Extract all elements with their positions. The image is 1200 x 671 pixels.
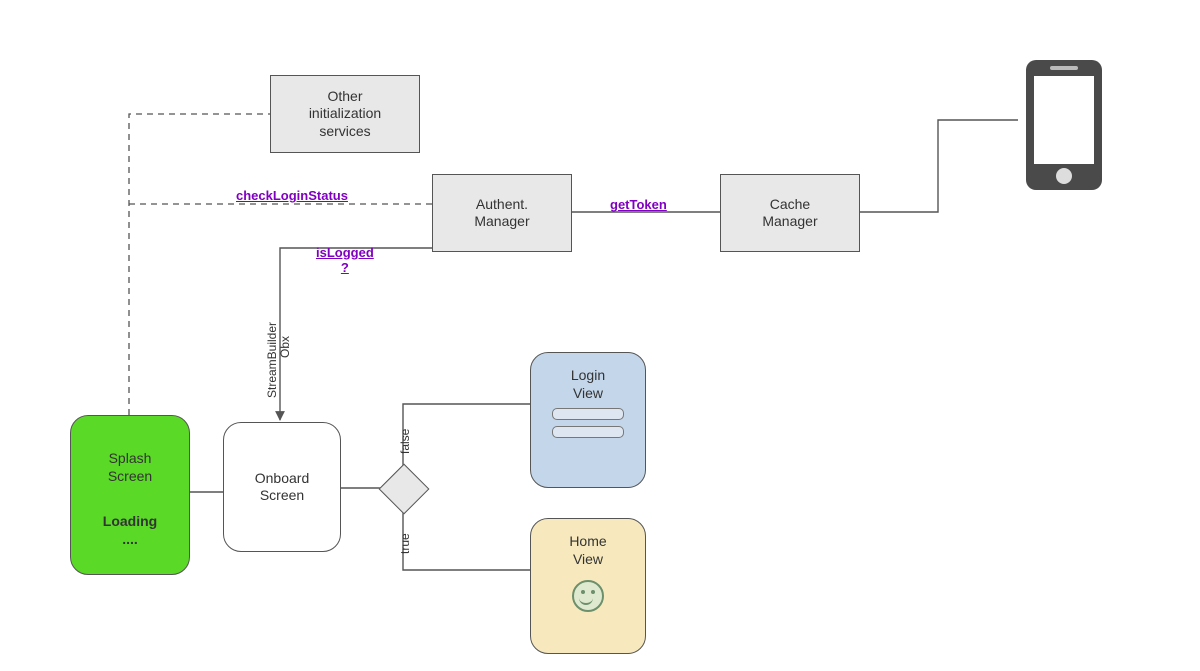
login-field-icon [552, 426, 624, 438]
splash-dots: .... [122, 531, 138, 549]
splash-title: Splash Screen [108, 450, 152, 485]
edge-label-streambuilder: StreamBuilder [265, 322, 279, 398]
login-field-icon [552, 408, 624, 420]
phone-icon [1018, 58, 1110, 195]
node-label: Onboard Screen [255, 470, 309, 505]
node-home-view: Home View [530, 518, 646, 654]
edge-label-obx: Obx [278, 336, 292, 358]
edge-label-true: true [398, 533, 412, 554]
decision-is-logged [379, 464, 430, 515]
splash-loading: Loading [103, 513, 157, 531]
node-cache-manager: Cache Manager [720, 174, 860, 252]
node-splash-screen: Splash Screen Loading .... [70, 415, 190, 575]
node-label: Other initialization services [309, 88, 381, 141]
node-label: Cache Manager [762, 196, 817, 231]
node-label: Home View [569, 533, 606, 568]
edge-label-get-token: getToken [610, 197, 667, 212]
node-label: Login View [571, 367, 605, 402]
node-onboard-screen: Onboard Screen [223, 422, 341, 552]
smiley-icon [572, 580, 604, 612]
edge-label-false: false [398, 429, 412, 454]
node-label: Authent. Manager [474, 196, 529, 231]
edge-label-check-login-status: checkLoginStatus [236, 188, 348, 203]
edge-label-is-logged: isLogged ? [316, 230, 374, 275]
node-other-initialization-services: Other initialization services [270, 75, 420, 153]
node-login-view: Login View [530, 352, 646, 488]
node-authent-manager: Authent. Manager [432, 174, 572, 252]
